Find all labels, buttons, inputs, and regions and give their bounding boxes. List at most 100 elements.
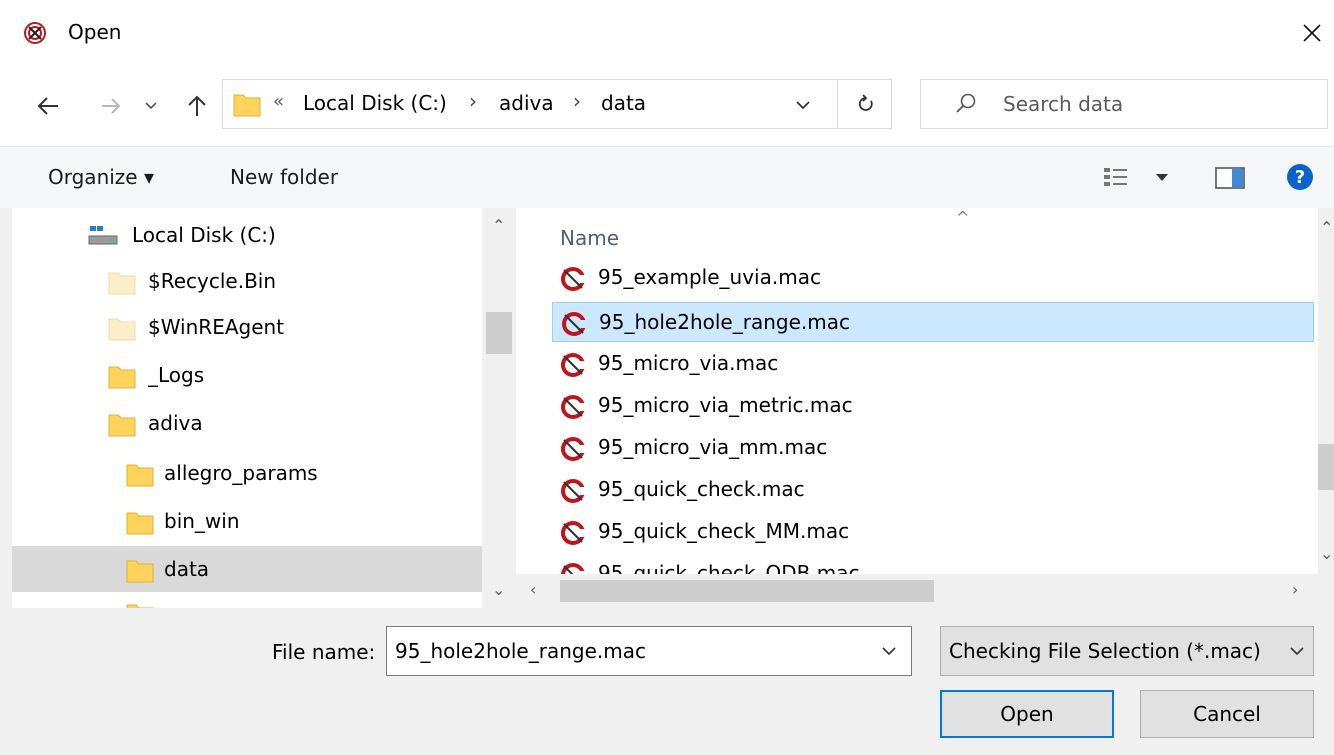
mac-file-icon [561,437,585,461]
help-button[interactable]: ? [1286,163,1314,191]
file-row[interactable]: 95_micro_via_metric.mac [552,386,1314,426]
scroll-down-icon[interactable]: ⌄ [492,580,505,599]
back-button[interactable] [30,90,66,122]
tree-item-label: Local Disk (C:) [132,223,276,247]
svg-text:?: ? [1295,167,1305,188]
refresh-icon [858,94,873,111]
scrollbar-thumb[interactable] [1318,444,1334,490]
mac-file-icon [561,563,585,574]
title-bar: Open [0,0,1334,66]
list-view-icon [1104,168,1168,186]
tree-item-data[interactable]: data [12,546,482,592]
file-type-value: Checking File Selection (*.mac) [949,639,1261,663]
organize-menu[interactable]: Organize ▾ [48,165,154,189]
tree-item-adiva[interactable]: adiva [12,400,482,446]
preview-pane-icon [1215,167,1245,189]
dialog-footer: File name: 95_hole2hole_range.mac Checki… [0,608,1334,755]
folder-icon [126,604,154,608]
scroll-up-icon[interactable]: ⌃ [492,216,505,235]
breadcrumb-adiva[interactable]: adiva [499,91,554,115]
mac-file-icon [561,267,585,291]
breadcrumb-separator-icon[interactable]: › [469,89,477,113]
arrow-right-icon [102,98,121,114]
file-list-horizontal-scrollbar[interactable]: ‹ › [516,574,1318,608]
file-list-vertical-scrollbar[interactable]: ⌃ ⌄ [1318,208,1334,574]
folder-icon [126,560,154,583]
scroll-right-icon[interactable]: › [1292,580,1298,599]
file-row[interactable]: 95_micro_via.mac [552,344,1314,384]
file-name: 95_quick_check_ODB.mac [598,561,860,574]
mac-file-icon [561,521,585,545]
tree-item-logs[interactable]: _Logs [12,352,482,398]
breadcrumb-local-disk[interactable]: Local Disk (C:) [303,91,447,115]
scrollbar-thumb[interactable] [486,312,512,354]
tree-item-label: data [164,557,210,581]
breadcrumb-data[interactable]: data [601,91,646,115]
file-type-select[interactable]: Checking File Selection (*.mac) [940,626,1314,676]
refresh-button[interactable] [843,86,889,122]
up-button[interactable] [180,90,214,122]
file-row[interactable]: 95_quick_check_ODB.mac [552,554,1314,574]
mac-file-icon [561,353,585,377]
tree-item-winreagent[interactable]: $WinREAgent [12,304,482,350]
search-icon [956,93,976,113]
file-row[interactable]: 95_example_uvia.mac [552,258,1314,298]
close-button[interactable] [1290,10,1334,56]
file-row[interactable]: 95_micro_via_mm.mac [552,428,1314,468]
tree-item-label: bin_win [164,509,240,533]
scroll-left-icon[interactable]: ‹ [530,580,536,599]
address-bar[interactable]: « Local Disk (C:) › adiva › data [222,79,892,129]
new-folder-button[interactable]: New folder [230,165,338,189]
navigation-scrollbar[interactable]: ⌃ ⌄ [482,208,516,608]
scroll-down-icon[interactable]: ⌄ [1320,544,1333,563]
file-row[interactable]: 95_quick_check.mac [552,470,1314,510]
tree-item-bin-win[interactable]: bin_win [12,498,482,544]
folder-icon [108,366,136,389]
chevron-down-icon[interactable] [877,641,901,661]
file-name: 95_micro_via_mm.mac [598,435,828,459]
forward-button[interactable] [96,90,126,122]
breadcrumb-separator-icon[interactable]: › [573,89,581,113]
preview-pane-button[interactable] [1214,165,1248,191]
divider [837,80,838,128]
file-name-value[interactable]: 95_hole2hole_range.mac [395,639,646,663]
address-dropdown-button[interactable] [783,90,823,120]
mac-file-icon [562,312,586,336]
file-name-field[interactable]: 95_hole2hole_range.mac [386,626,912,676]
file-name: 95_micro_via.mac [598,351,779,375]
arrow-left-icon [37,97,58,115]
folder-icon [126,464,154,487]
tree-item-label: allegro_params [164,461,318,485]
tree-item-label: adiva [148,411,203,435]
help-icon: ? [1287,164,1313,190]
open-button[interactable]: Open [940,690,1114,738]
column-header-name[interactable]: Name [560,226,619,250]
tree-item-label: _Logs [148,363,205,387]
chevron-down-icon [145,102,157,110]
scrollbar-thumb[interactable] [560,580,934,602]
recent-locations-button[interactable] [140,90,162,122]
cancel-button[interactable]: Cancel [1140,690,1314,738]
mac-file-icon [561,395,585,419]
chevron-down-icon [796,100,810,109]
tree-item-recycle-bin[interactable]: $Recycle.Bin [12,258,482,304]
tree-item-partial[interactable] [12,596,482,608]
navigation-pane: Local Disk (C:) $Recycle.Bin $WinREAgent… [12,208,482,608]
file-row[interactable]: 95_quick_check_MM.mac [552,512,1314,552]
file-name: 95_quick_check_MM.mac [598,519,850,543]
view-options-button[interactable] [1100,163,1180,193]
window-title: Open [68,20,122,44]
mac-file-icon [561,479,585,503]
scroll-up-icon[interactable]: ⌃ [1320,218,1333,237]
file-row-selected[interactable]: 95_hole2hole_range.mac [552,302,1314,342]
search-input[interactable]: Search data [1003,92,1123,116]
tree-item-label: $Recycle.Bin [148,269,277,293]
file-name: 95_example_uvia.mac [598,265,821,289]
file-name-label: File name: [272,640,376,664]
address-overflow[interactable]: « [273,91,284,112]
navigation-bar: « Local Disk (C:) › adiva › data Search … [0,66,1334,146]
search-box[interactable]: Search data [920,79,1328,129]
tree-item-local-disk[interactable]: Local Disk (C:) [12,212,482,258]
drive-icon [88,226,118,245]
tree-item-allegro-params[interactable]: allegro_params [12,450,482,496]
